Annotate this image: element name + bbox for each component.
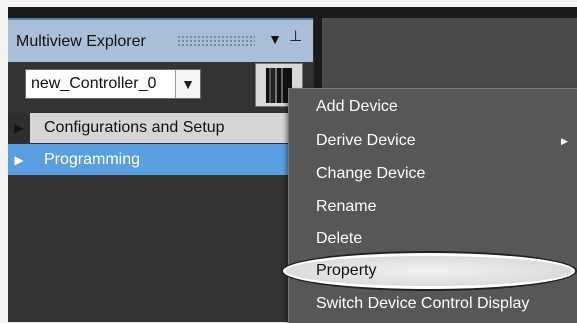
tree-item-programming[interactable]: ▶ Programming — [8, 144, 313, 175]
menu-item-switch-device-control-display[interactable]: Switch Device Control Display — [316, 295, 529, 313]
drag-grip[interactable] — [177, 35, 255, 46]
tree-item-configurations-and-setup[interactable]: ▶ Configurations and Setup — [8, 113, 308, 143]
controller-select[interactable]: new_Controller_0 ▼ — [25, 69, 201, 99]
triangle-down-icon[interactable]: ▼ — [268, 30, 282, 48]
menu-item-delete[interactable]: Delete — [316, 230, 362, 248]
triangle-down-icon[interactable]: ▼ — [175, 70, 200, 98]
controller-select-value: new_Controller_0 — [31, 75, 157, 92]
editor-toolbar-area — [322, 18, 577, 88]
menu-item-rename[interactable]: Rename — [316, 198, 376, 216]
menu-item-change-device[interactable]: Change Device — [316, 165, 425, 183]
expand-arrow-icon[interactable]: ▶ — [8, 113, 30, 143]
tree-item-label: Configurations and Setup — [44, 119, 225, 136]
pin-icon[interactable]: ⊥ — [289, 28, 302, 46]
menu-item-derive-device[interactable]: Derive Device — [316, 132, 416, 150]
submenu-arrow-icon: ▶ — [561, 136, 568, 146]
menu-item-add-device[interactable]: Add Device — [316, 98, 398, 116]
expand-arrow-icon[interactable]: ▶ — [8, 145, 30, 175]
tree-item-label: Programming — [44, 150, 141, 168]
explorer-title: Multiview Explorer — [16, 33, 146, 50]
menu-item-property[interactable]: Property — [316, 262, 376, 280]
